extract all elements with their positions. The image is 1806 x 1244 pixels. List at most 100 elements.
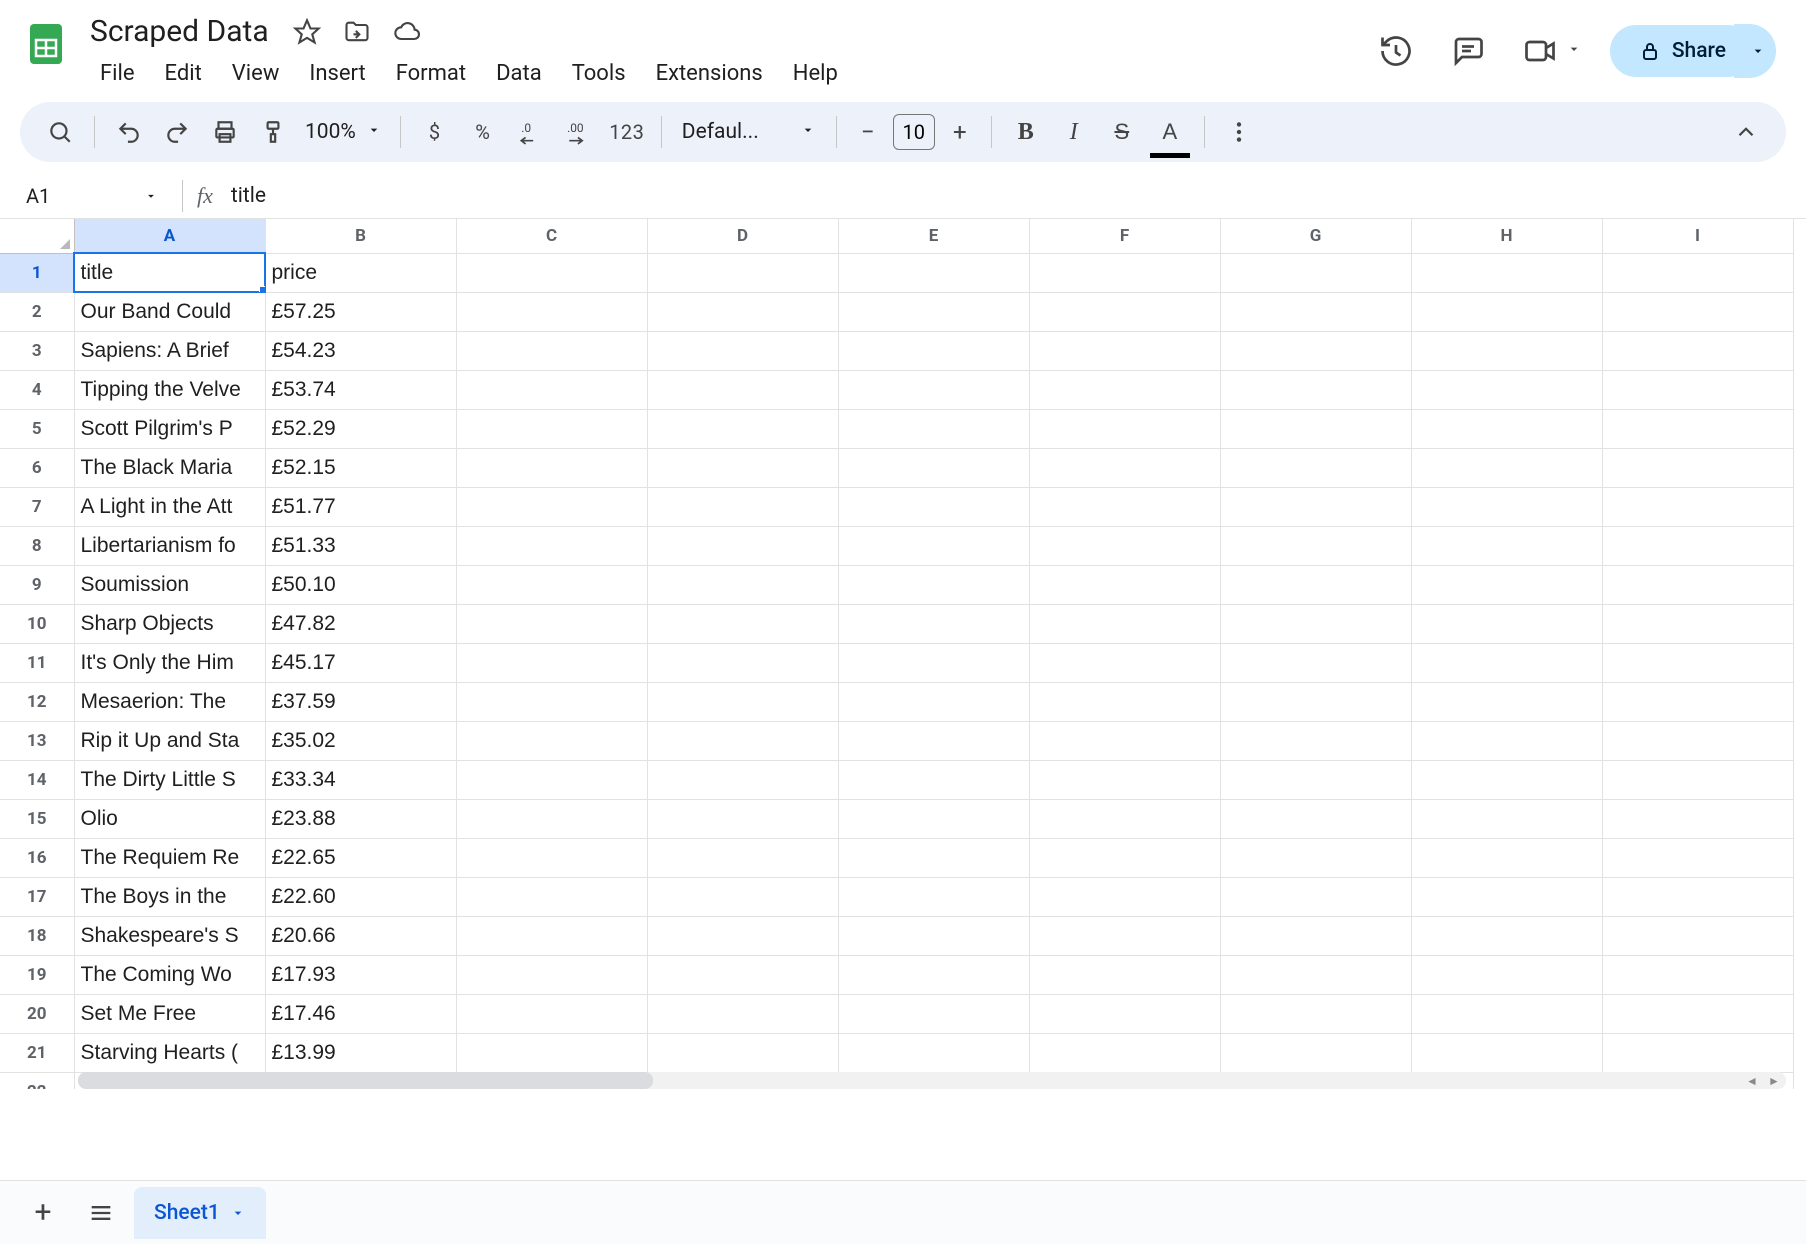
spreadsheet-grid[interactable]: ABCDEFGHI1titleprice2Our Band Could£57.2… [0, 219, 1806, 1089]
cell[interactable]: The Black Maria [74, 448, 265, 487]
horizontal-scrollbar[interactable] [78, 1072, 1786, 1089]
decrease-font-icon[interactable]: − [849, 113, 887, 151]
percent-button[interactable]: % [461, 110, 505, 154]
add-sheet-icon[interactable]: + [18, 1188, 68, 1238]
cell[interactable] [1029, 292, 1220, 331]
cell[interactable]: price [265, 253, 456, 292]
cell[interactable]: Soumission [74, 565, 265, 604]
cell[interactable] [456, 487, 647, 526]
cell[interactable] [838, 721, 1029, 760]
cell[interactable] [838, 526, 1029, 565]
name-box[interactable]: A1 [18, 180, 168, 212]
menu-file[interactable]: File [86, 55, 149, 92]
cell[interactable] [1602, 526, 1793, 565]
cell[interactable] [838, 760, 1029, 799]
currency-button[interactable]: $ [413, 110, 457, 154]
cell[interactable] [1602, 331, 1793, 370]
cell[interactable] [1602, 682, 1793, 721]
scroll-right-icon[interactable]: ► [1764, 1072, 1784, 1089]
cell[interactable]: £51.77 [265, 487, 456, 526]
increase-font-icon[interactable]: + [941, 113, 979, 151]
star-icon[interactable] [291, 16, 323, 48]
cell[interactable] [456, 994, 647, 1033]
cell[interactable] [1220, 292, 1411, 331]
cell[interactable] [456, 760, 647, 799]
column-header[interactable]: D [647, 219, 838, 253]
meet-icon[interactable] [1518, 29, 1562, 73]
column-header[interactable]: F [1029, 219, 1220, 253]
menu-extensions[interactable]: Extensions [642, 55, 777, 92]
cell[interactable] [1220, 370, 1411, 409]
cell[interactable] [1220, 526, 1411, 565]
cell[interactable] [647, 955, 838, 994]
cell[interactable] [1029, 487, 1220, 526]
cell[interactable]: £45.17 [265, 643, 456, 682]
cell[interactable]: £52.29 [265, 409, 456, 448]
comments-icon[interactable] [1446, 29, 1490, 73]
cell[interactable] [456, 370, 647, 409]
cell[interactable] [838, 409, 1029, 448]
cell[interactable]: £57.25 [265, 292, 456, 331]
cell[interactable] [456, 253, 647, 292]
menu-insert[interactable]: Insert [295, 55, 379, 92]
row-header[interactable]: 9 [0, 565, 74, 604]
cell[interactable] [838, 604, 1029, 643]
cell[interactable] [1602, 838, 1793, 877]
cell[interactable] [647, 253, 838, 292]
cell[interactable] [456, 955, 647, 994]
cell[interactable] [1602, 955, 1793, 994]
cell[interactable] [456, 838, 647, 877]
cell[interactable] [456, 409, 647, 448]
cell[interactable]: £50.10 [265, 565, 456, 604]
cell[interactable] [1029, 604, 1220, 643]
cell[interactable] [1602, 760, 1793, 799]
cell[interactable] [1602, 292, 1793, 331]
row-header[interactable]: 19 [0, 955, 74, 994]
row-header[interactable]: 8 [0, 526, 74, 565]
italic-button[interactable]: I [1052, 110, 1096, 154]
cell[interactable] [1602, 643, 1793, 682]
cell[interactable] [456, 1033, 647, 1072]
cell[interactable]: It's Only the Him [74, 643, 265, 682]
cell[interactable] [838, 682, 1029, 721]
cell[interactable]: A Light in the Att [74, 487, 265, 526]
cell[interactable] [838, 994, 1029, 1033]
cell[interactable]: £20.66 [265, 916, 456, 955]
cell[interactable] [838, 643, 1029, 682]
cell[interactable]: £22.65 [265, 838, 456, 877]
select-all-corner[interactable] [0, 219, 74, 253]
cell[interactable] [1411, 448, 1602, 487]
cell[interactable] [838, 877, 1029, 916]
all-sheets-icon[interactable] [76, 1188, 126, 1238]
cell[interactable]: title [74, 253, 265, 292]
cell[interactable]: £17.46 [265, 994, 456, 1033]
cell[interactable] [456, 331, 647, 370]
cell[interactable] [1220, 682, 1411, 721]
cell[interactable] [647, 760, 838, 799]
row-header[interactable]: 3 [0, 331, 74, 370]
cell[interactable] [647, 292, 838, 331]
cell[interactable] [1411, 487, 1602, 526]
row-header[interactable]: 6 [0, 448, 74, 487]
row-header[interactable]: 21 [0, 1033, 74, 1072]
cell[interactable]: Our Band Could [74, 292, 265, 331]
cell[interactable] [1029, 370, 1220, 409]
collapse-toolbar-icon[interactable] [1724, 110, 1768, 154]
cell[interactable] [1029, 253, 1220, 292]
cell[interactable] [1602, 721, 1793, 760]
cell[interactable] [1220, 721, 1411, 760]
cell[interactable] [647, 721, 838, 760]
cell[interactable] [647, 877, 838, 916]
row-header[interactable]: 17 [0, 877, 74, 916]
cell[interactable]: Scott Pilgrim's P [74, 409, 265, 448]
cell[interactable] [1602, 253, 1793, 292]
cell[interactable] [1029, 1033, 1220, 1072]
row-header[interactable]: 2 [0, 292, 74, 331]
cell[interactable] [1602, 916, 1793, 955]
cell[interactable] [1411, 643, 1602, 682]
cell[interactable] [456, 682, 647, 721]
row-header[interactable]: 1 [0, 253, 74, 292]
row-header[interactable]: 7 [0, 487, 74, 526]
cell[interactable]: £51.33 [265, 526, 456, 565]
row-header[interactable]: 11 [0, 643, 74, 682]
